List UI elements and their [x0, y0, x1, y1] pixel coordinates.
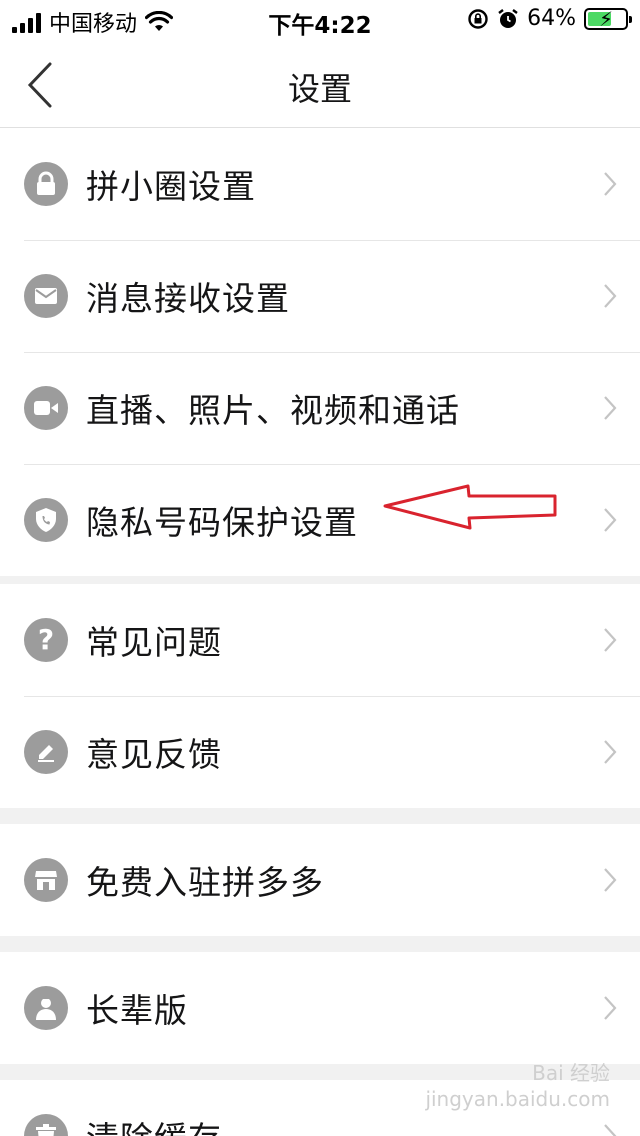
screen: 中国移动 下午4:22 64% ⚡ 设置 拼小圈设置 消息接收设置 直播、照片、…	[0, 0, 640, 1136]
page-title: 设置	[287, 70, 352, 108]
battery-percent: 64%	[527, 6, 576, 31]
store-icon	[24, 858, 68, 902]
trash-icon	[24, 1114, 68, 1136]
chevron-right-icon	[604, 396, 617, 420]
chevron-right-icon	[604, 628, 617, 652]
watermark-line1: Bai 经验	[532, 1061, 610, 1085]
chevron-right-icon	[604, 868, 617, 892]
row-free-settle-in[interactable]: 免费入驻拼多多	[0, 824, 640, 936]
shield-phone-icon	[24, 498, 68, 542]
elder-icon	[24, 986, 68, 1030]
row-faq[interactable]: ? 常见问题	[0, 584, 640, 696]
settings-group-3: 免费入驻拼多多	[0, 824, 640, 936]
row-label: 拼小圈设置	[86, 167, 256, 206]
chevron-right-icon	[604, 1124, 617, 1136]
row-label: 意见反馈	[86, 735, 222, 774]
row-label: 消息接收设置	[86, 279, 290, 318]
chevron-right-icon	[604, 996, 617, 1020]
settings-group-4: 长辈版	[0, 952, 640, 1064]
status-right: 64% ⚡	[467, 6, 632, 31]
status-bar: 中国移动 下午4:22 64% ⚡	[0, 0, 640, 42]
battery-icon: ⚡	[584, 7, 632, 31]
row-label: 直播、照片、视频和通话	[86, 391, 460, 430]
row-label: 清除缓存	[86, 1112, 222, 1136]
row-live-photo-video-call[interactable]: 直播、照片、视频和通话	[0, 352, 640, 464]
settings-group-2: ? 常见问题 意见反馈	[0, 584, 640, 808]
row-label: 隐私号码保护设置	[86, 503, 358, 542]
alarm-icon	[498, 8, 518, 28]
question-icon: ?	[24, 618, 68, 662]
row-label: 免费入驻拼多多	[86, 863, 324, 902]
lock-icon	[24, 162, 68, 206]
row-message-settings[interactable]: 消息接收设置	[0, 240, 640, 352]
rotation-lock-icon	[468, 8, 488, 29]
watermark: Bai 经验 jingyan.baidu.com	[425, 1060, 610, 1112]
row-pinxiaoquan-settings[interactable]: 拼小圈设置	[0, 128, 640, 240]
video-camera-icon	[24, 386, 68, 430]
row-elder-mode[interactable]: 长辈版	[0, 952, 640, 1064]
nav-bar: 设置	[0, 42, 640, 128]
chevron-right-icon	[604, 740, 617, 764]
row-feedback[interactable]: 意见反馈	[0, 696, 640, 808]
pencil-icon	[24, 730, 68, 774]
chevron-right-icon	[604, 172, 617, 196]
chevron-right-icon	[604, 284, 617, 308]
mail-icon	[24, 274, 68, 318]
watermark-line2: jingyan.baidu.com	[425, 1087, 610, 1111]
row-label: 长辈版	[86, 991, 188, 1030]
row-label: 常见问题	[86, 623, 222, 662]
annotation-arrow-icon	[383, 484, 557, 530]
chevron-right-icon	[604, 508, 617, 532]
